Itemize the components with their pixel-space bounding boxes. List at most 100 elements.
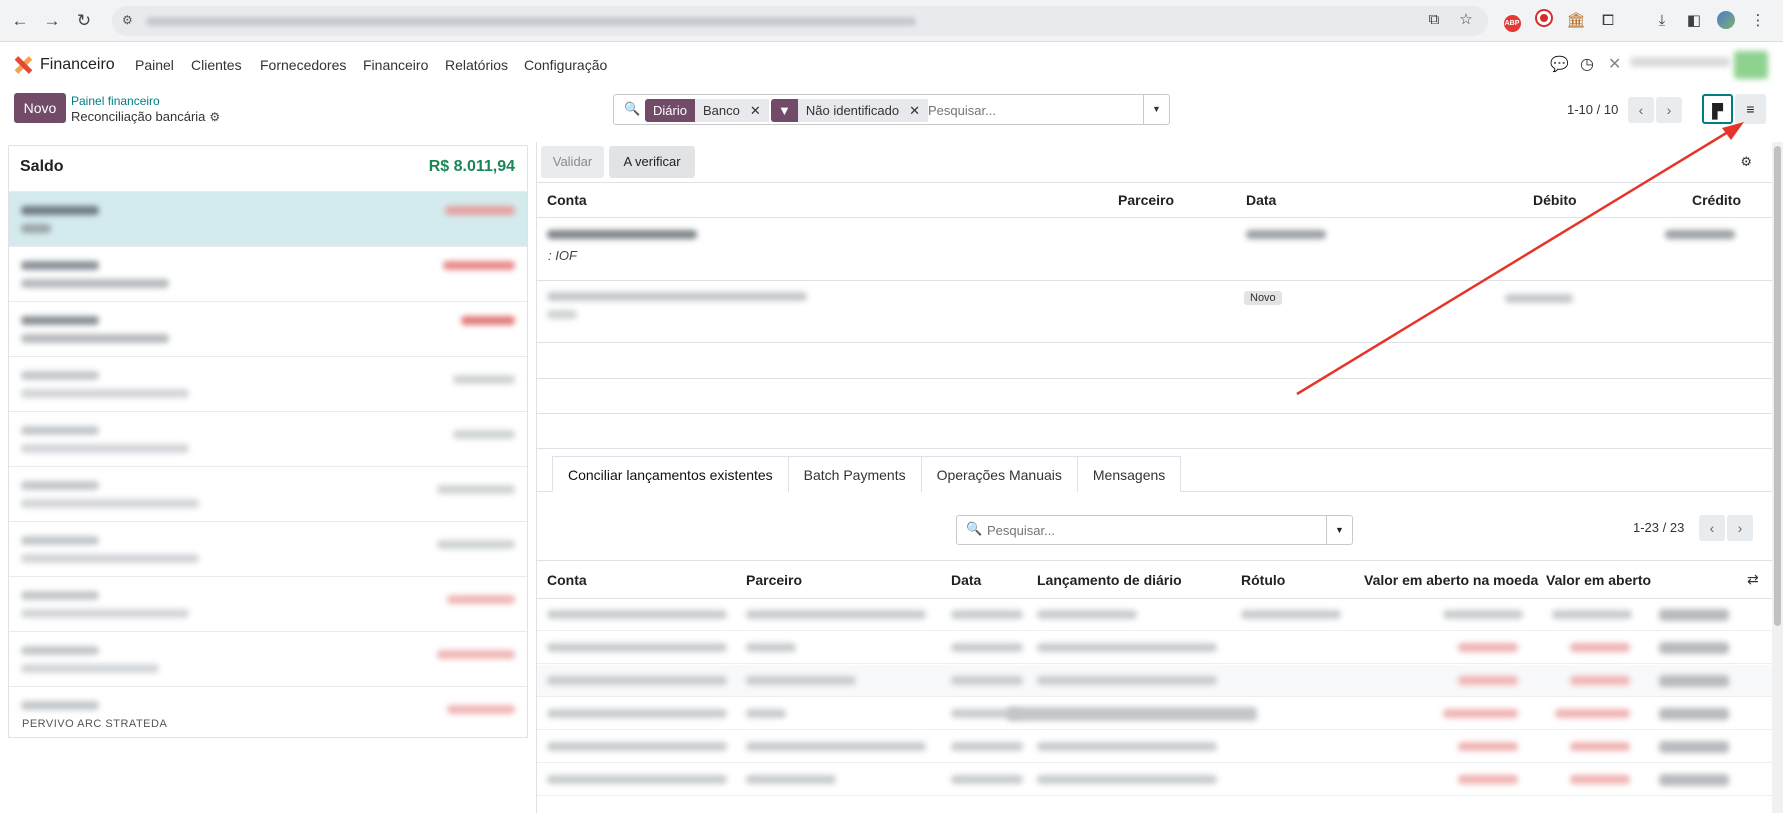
statement-line[interactable] bbox=[9, 191, 527, 246]
statement-line[interactable] bbox=[9, 301, 527, 356]
menu-item-configuracao[interactable]: Configuração bbox=[524, 57, 607, 73]
scrollbar[interactable] bbox=[1772, 142, 1783, 813]
new-button[interactable]: Novo bbox=[14, 93, 66, 123]
sub-column-date[interactable]: Data bbox=[951, 572, 981, 588]
menu-item-relatorios[interactable]: Relatórios bbox=[445, 57, 508, 73]
tab-messages[interactable]: Mensagens bbox=[1076, 456, 1182, 492]
profile-avatar-icon[interactable] bbox=[1716, 11, 1736, 31]
validate-button[interactable]: Validar bbox=[541, 146, 604, 178]
table-row[interactable] bbox=[537, 764, 1773, 796]
search-options-toggle[interactable]: ▼ bbox=[1326, 516, 1352, 544]
browser-toolbar: ← → ↻ ⚙ ⧉ ☆ ABP 🏛 ⧠ ⤓ ◧ ⋮ bbox=[0, 0, 1783, 42]
address-bar[interactable]: ⚙ ⧉ ☆ bbox=[112, 6, 1488, 36]
sub-column-label[interactable]: Rótulo bbox=[1241, 572, 1285, 588]
lines-search-input[interactable] bbox=[987, 521, 1307, 539]
statement-line[interactable] bbox=[9, 246, 527, 301]
pager-next-icon[interactable]: › bbox=[1656, 97, 1682, 123]
gear-icon[interactable]: ⚙ bbox=[1740, 154, 1752, 170]
breadcrumb-parent[interactable]: Painel financeiro bbox=[71, 94, 160, 108]
facet-filter: ▼ Não identificado ✕ bbox=[771, 99, 929, 122]
side-panel-icon[interactable]: ◧ bbox=[1684, 11, 1704, 31]
search-bar[interactable]: 🔍 Diário Banco ✕ ▼ Não identificado ✕ ▼ bbox=[613, 94, 1170, 125]
menu-item-fornecedores[interactable]: Fornecedores bbox=[260, 57, 346, 73]
clock-icon[interactable]: ◷ bbox=[1580, 54, 1594, 74]
site-info-icon[interactable]: ⚙ bbox=[122, 13, 133, 27]
pager-previous-icon[interactable]: ‹ bbox=[1628, 97, 1654, 123]
scrollbar-thumb[interactable] bbox=[1774, 146, 1781, 626]
list-view-icon[interactable]: ≡ bbox=[1735, 94, 1766, 124]
app-brand-label: Financeiro bbox=[40, 56, 115, 73]
tools-icon[interactable]: ✕ bbox=[1608, 54, 1621, 74]
table-row[interactable] bbox=[537, 599, 1773, 631]
sub-column-account[interactable]: Conta bbox=[547, 572, 587, 588]
lines-search-bar[interactable]: 🔍 ▼ bbox=[956, 515, 1353, 545]
adblock-extension-icon[interactable]: ABP bbox=[1502, 11, 1522, 32]
column-partner: Parceiro bbox=[1118, 192, 1175, 208]
statement-line[interactable] bbox=[9, 411, 527, 466]
line-debit bbox=[1505, 294, 1573, 303]
bank-extension-icon[interactable]: 🏛 bbox=[1566, 11, 1586, 31]
chat-icon[interactable]: 💬 bbox=[1550, 55, 1569, 73]
line-account bbox=[547, 292, 807, 301]
breadcrumb-current-label: Reconciliação bancária bbox=[71, 109, 206, 124]
breadcrumb-current: Reconciliação bancária ⚙ bbox=[71, 109, 220, 124]
balance-value: R$ 8.011,94 bbox=[428, 158, 515, 175]
app-logo-icon bbox=[14, 56, 32, 74]
pager-next-icon[interactable]: › bbox=[1727, 515, 1753, 541]
sub-column-journal-entry[interactable]: Lançamento de diário bbox=[1037, 572, 1182, 588]
line-account bbox=[547, 230, 697, 239]
tab-manual-operations[interactable]: Operações Manuais bbox=[920, 456, 1078, 492]
sub-column-open-amount[interactable]: Valor em aberto bbox=[1546, 572, 1651, 588]
back-arrow-icon[interactable]: ← bbox=[8, 9, 32, 33]
statement-line[interactable] bbox=[9, 356, 527, 411]
gear-icon[interactable]: ⚙ bbox=[209, 110, 220, 124]
record-extension-icon[interactable] bbox=[1534, 11, 1554, 31]
sub-column-partner[interactable]: Parceiro bbox=[746, 572, 802, 588]
table-row[interactable] bbox=[537, 665, 1773, 697]
column-account: Conta bbox=[547, 192, 587, 208]
facet-remove-icon[interactable]: ✕ bbox=[747, 99, 769, 122]
statement-line[interactable] bbox=[9, 631, 527, 686]
company-name[interactable] bbox=[1630, 57, 1730, 67]
balance-label: Saldo bbox=[20, 158, 64, 175]
to-check-button[interactable]: A verificar bbox=[609, 146, 695, 178]
search-icon: 🔍 bbox=[966, 521, 983, 536]
forward-arrow-icon[interactable]: → bbox=[40, 9, 64, 33]
menu-item-painel[interactable]: Painel bbox=[135, 57, 174, 73]
search-input[interactable] bbox=[928, 100, 1138, 120]
statement-lines-panel: Saldo R$ 8.011,94 PERVIVO ARC STRATEDA bbox=[8, 145, 528, 738]
install-app-icon[interactable]: ⧉ bbox=[1424, 10, 1444, 30]
table-row[interactable] bbox=[537, 731, 1773, 763]
facet-journal: Diário Banco ✕ bbox=[645, 99, 769, 122]
statement-line[interactable] bbox=[9, 686, 527, 737]
menu-item-financeiro[interactable]: Financeiro bbox=[363, 57, 428, 73]
tab-batch-payments[interactable]: Batch Payments bbox=[787, 456, 922, 492]
app-brand[interactable]: Financeiro bbox=[14, 54, 115, 76]
statement-line[interactable] bbox=[9, 466, 527, 521]
table-row[interactable] bbox=[537, 632, 1773, 664]
extensions-puzzle-icon[interactable]: ⧠ bbox=[1598, 11, 1618, 31]
statement-line[interactable] bbox=[9, 576, 527, 631]
bookmark-star-icon[interactable]: ☆ bbox=[1456, 10, 1476, 30]
statement-line[interactable] bbox=[9, 521, 527, 576]
search-options-toggle[interactable]: ▼ bbox=[1143, 95, 1169, 124]
pager-value[interactable]: 1-10 / 10 bbox=[1567, 102, 1618, 117]
facet-remove-icon[interactable]: ✕ bbox=[907, 99, 929, 122]
menu-kebab-icon[interactable]: ⋮ bbox=[1748, 11, 1768, 31]
menu-item-clientes[interactable]: Clientes bbox=[191, 57, 242, 73]
optional-columns-icon[interactable]: ⇄ bbox=[1747, 571, 1759, 588]
tab-reconcile-existing[interactable]: Conciliar lançamentos existentes bbox=[552, 456, 789, 492]
statement-line-partial-label: PERVIVO ARC STRATEDA bbox=[22, 718, 168, 730]
reload-icon[interactable]: ↻ bbox=[72, 9, 96, 33]
table-row[interactable] bbox=[537, 698, 1773, 730]
pager-previous-icon[interactable]: ‹ bbox=[1699, 515, 1725, 541]
sub-column-open-amount-currency[interactable]: Valor em aberto na moeda bbox=[1364, 572, 1538, 588]
download-icon[interactable]: ⤓ bbox=[1652, 11, 1672, 31]
column-debit: Débito bbox=[1533, 192, 1577, 208]
lines-pager-value[interactable]: 1-23 / 23 bbox=[1633, 520, 1684, 535]
kanban-view-icon[interactable]: ▛ bbox=[1702, 94, 1733, 124]
line-label: : IOF bbox=[548, 248, 577, 263]
line-label bbox=[547, 310, 577, 319]
user-avatar[interactable] bbox=[1734, 51, 1768, 79]
new-line-badge: Novo bbox=[1244, 291, 1282, 305]
